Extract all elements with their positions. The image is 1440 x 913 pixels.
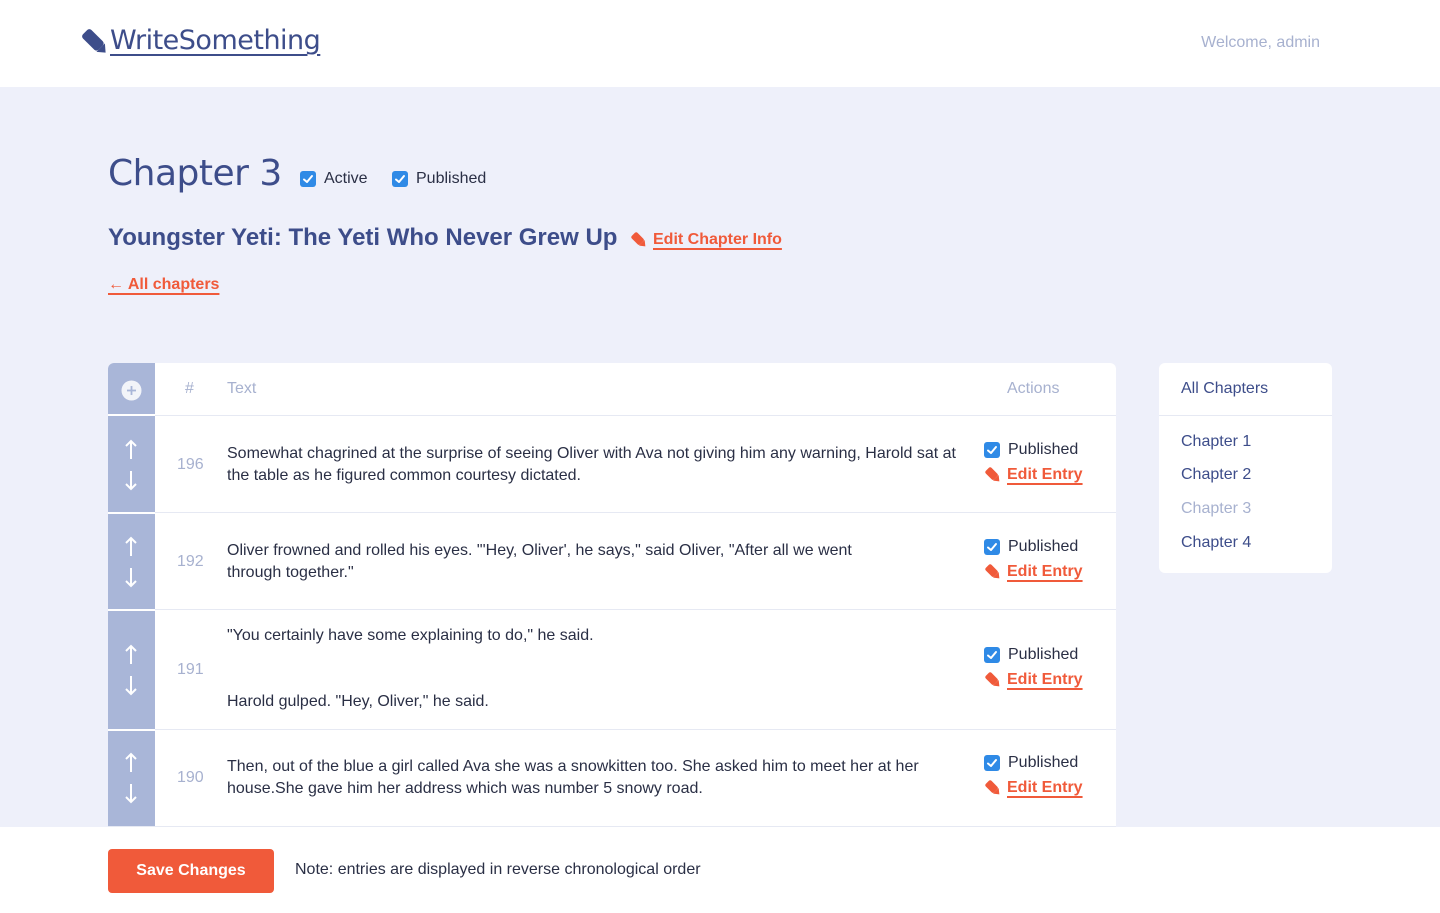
chapters-sidebar: All Chapters Chapter 1 Chapter 2 Chapter… bbox=[1159, 363, 1332, 573]
logo-link[interactable]: WriteSomething bbox=[80, 24, 321, 58]
entry-text: Somewhat chagrined at the surprise of se… bbox=[227, 445, 956, 484]
edit-entry-label: Edit Entry bbox=[1007, 671, 1083, 688]
entry-number: 192 bbox=[177, 553, 204, 570]
pencil-icon bbox=[985, 780, 1000, 795]
entry-actions: Published Edit Entry bbox=[984, 754, 1083, 797]
entry-number: 191 bbox=[177, 661, 204, 678]
edit-chapter-info-link[interactable]: Edit Chapter Info bbox=[630, 231, 782, 249]
move-up-down-icon[interactable] bbox=[120, 534, 142, 590]
sidebar-item-chapter-3[interactable]: Chapter 3 bbox=[1181, 500, 1251, 518]
edit-entry-label: Edit Entry bbox=[1007, 466, 1083, 483]
pencil-icon bbox=[985, 467, 1000, 482]
entry-number: 190 bbox=[177, 769, 204, 786]
edit-entry-label: Edit Entry bbox=[1007, 779, 1083, 796]
active-label: Active bbox=[324, 170, 368, 187]
published-label: Published bbox=[416, 170, 487, 187]
add-entry-icon[interactable] bbox=[121, 380, 142, 401]
entry-published-label: Published bbox=[1008, 646, 1079, 663]
entry-actions: Published Edit Entry bbox=[984, 646, 1083, 689]
entry-text-line-1: "You certainly have some explaining to d… bbox=[227, 627, 594, 644]
published-checkbox[interactable]: Published bbox=[392, 170, 486, 188]
divider bbox=[108, 609, 1116, 610]
all-chapters-back-link[interactable]: ← All chapters bbox=[108, 276, 219, 294]
divider bbox=[108, 512, 1116, 513]
entry-published-checkbox[interactable]: Published bbox=[984, 441, 1083, 459]
column-header-number: # bbox=[185, 380, 194, 397]
chapter-title: Chapter 3 bbox=[108, 153, 282, 194]
entry-text: Oliver frowned and rolled his eyes. "'He… bbox=[227, 542, 852, 581]
active-checkbox[interactable]: Active bbox=[300, 170, 368, 188]
checkbox-checked-icon bbox=[392, 171, 408, 187]
entry-published-checkbox[interactable]: Published bbox=[984, 538, 1083, 556]
divider bbox=[108, 414, 155, 416]
divider bbox=[108, 609, 155, 611]
edit-entry-link[interactable]: Edit Entry bbox=[984, 779, 1083, 797]
entry-actions: Published Edit Entry bbox=[984, 538, 1083, 581]
logo-text: WriteSomething bbox=[110, 25, 321, 56]
checkbox-checked-icon bbox=[984, 755, 1000, 771]
column-header-actions: Actions bbox=[1007, 380, 1060, 397]
pencil-icon bbox=[985, 564, 1000, 579]
move-up-down-icon[interactable] bbox=[120, 750, 142, 806]
divider bbox=[108, 415, 1116, 416]
entry-published-checkbox[interactable]: Published bbox=[984, 754, 1083, 772]
pencil-icon bbox=[631, 232, 646, 247]
edit-chapter-info-label: Edit Chapter Info bbox=[653, 231, 782, 248]
move-up-down-icon[interactable] bbox=[120, 642, 142, 698]
sidebar-item-chapter-1[interactable]: Chapter 1 bbox=[1181, 433, 1251, 451]
edit-entry-link[interactable]: Edit Entry bbox=[984, 671, 1083, 689]
column-header-text: Text bbox=[227, 380, 257, 397]
sidebar-heading: All Chapters bbox=[1181, 380, 1269, 397]
divider bbox=[1159, 415, 1332, 416]
divider bbox=[108, 729, 1116, 730]
entries-table: # Text Actions 196 Somewhat chagrined at… bbox=[108, 363, 1116, 843]
divider bbox=[108, 729, 155, 731]
pencil-logo-icon bbox=[82, 29, 106, 53]
edit-entry-link[interactable]: Edit Entry bbox=[984, 466, 1083, 484]
welcome-text: Welcome, admin bbox=[1201, 34, 1320, 51]
checkbox-checked-icon bbox=[984, 539, 1000, 555]
entry-published-label: Published bbox=[1008, 441, 1079, 458]
sidebar-item-chapter-4[interactable]: Chapter 4 bbox=[1181, 534, 1251, 552]
footer-bar: Save Changes Note: entries are displayed… bbox=[0, 827, 1440, 913]
divider bbox=[108, 512, 155, 514]
top-bar: WriteSomething Welcome, admin bbox=[0, 0, 1440, 87]
move-up-down-icon[interactable] bbox=[120, 437, 142, 493]
save-changes-button[interactable]: Save Changes bbox=[108, 849, 274, 893]
entry-text: Then, out of the blue a girl called Ava … bbox=[227, 758, 919, 797]
checkbox-checked-icon bbox=[984, 442, 1000, 458]
entry-published-label: Published bbox=[1008, 538, 1079, 555]
entry-number: 196 bbox=[177, 456, 204, 473]
pencil-icon bbox=[985, 672, 1000, 687]
edit-entry-link[interactable]: Edit Entry bbox=[984, 563, 1083, 581]
entry-published-checkbox[interactable]: Published bbox=[984, 646, 1083, 664]
sidebar-item-chapter-2[interactable]: Chapter 2 bbox=[1181, 466, 1251, 484]
entry-published-label: Published bbox=[1008, 754, 1079, 771]
edit-entry-label: Edit Entry bbox=[1007, 563, 1083, 580]
chapter-subtitle: Youngster Yeti: The Yeti Who Never Grew … bbox=[108, 224, 618, 251]
entry-text-line-2: Harold gulped. "Hey, Oliver," he said. bbox=[227, 693, 489, 710]
checkbox-checked-icon bbox=[300, 171, 316, 187]
checkbox-checked-icon bbox=[984, 647, 1000, 663]
order-note: Note: entries are displayed in reverse c… bbox=[295, 861, 701, 878]
entry-actions: Published Edit Entry bbox=[984, 441, 1083, 484]
